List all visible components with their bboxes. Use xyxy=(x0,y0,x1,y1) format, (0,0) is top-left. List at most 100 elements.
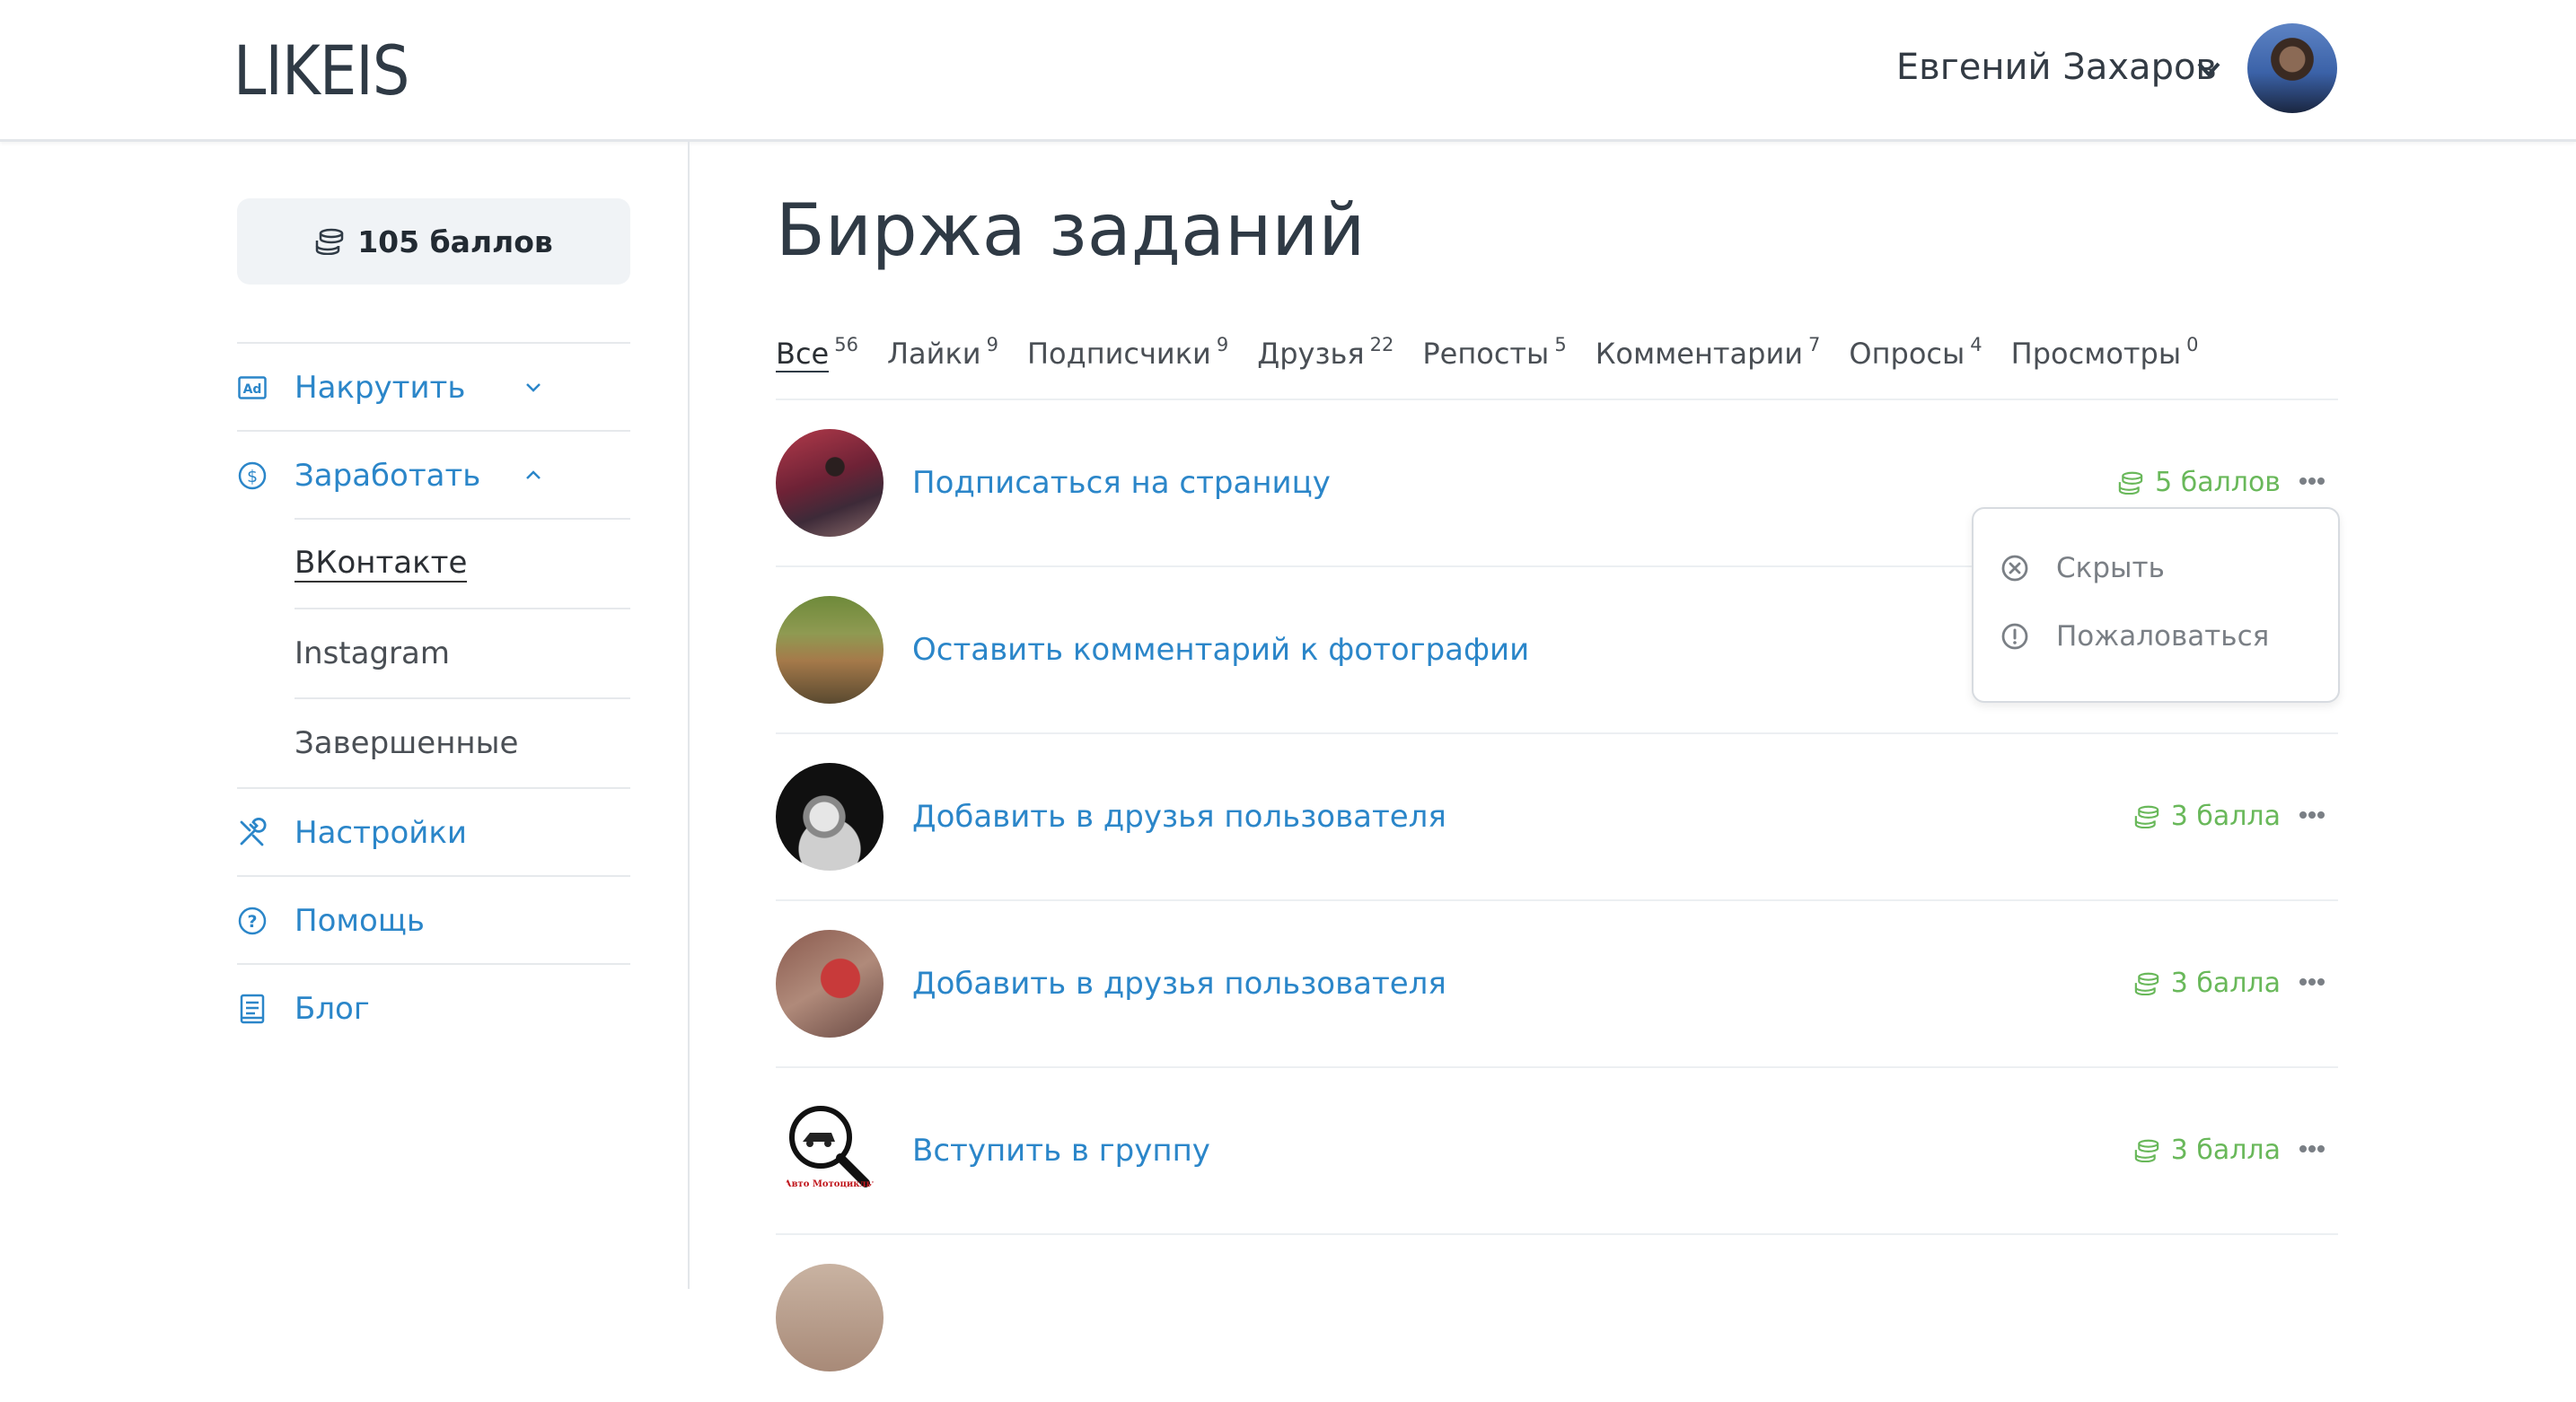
tab-label: Репосты xyxy=(1422,337,1550,371)
tab-likes[interactable]: Лайки 9 xyxy=(887,334,998,371)
nav-divider xyxy=(295,608,630,609)
coins-icon xyxy=(2134,972,2158,995)
task-points-text: 3 балла xyxy=(2170,801,2281,832)
task-title[interactable]: Добавить в друзья пользователя xyxy=(912,966,1446,1002)
tab-comments[interactable]: Комментарии 7 xyxy=(1596,334,1821,371)
nav-divider xyxy=(295,518,630,520)
task-thumbnail[interactable] xyxy=(776,930,884,1038)
caret-down-icon[interactable] xyxy=(2195,59,2222,79)
tab-friends[interactable]: Друзья 22 xyxy=(1257,334,1394,371)
chevron-up-icon[interactable] xyxy=(523,465,544,486)
tab-label: Подписчики xyxy=(1026,337,1211,371)
nav-divider xyxy=(237,342,630,344)
alert-circle-icon xyxy=(2001,623,2028,650)
tools-icon xyxy=(237,818,268,848)
coins-icon xyxy=(2134,805,2158,828)
tab-count: 22 xyxy=(1369,334,1394,355)
tab-reposts[interactable]: Репосты 5 xyxy=(1422,334,1566,371)
tab-count: 9 xyxy=(986,334,998,355)
thumb-text: Авто Мотоциклы xyxy=(784,1179,875,1189)
svg-text:?: ? xyxy=(247,912,257,932)
tab-views[interactable]: Просмотры 0 xyxy=(2011,334,2199,371)
task-points: 3 балла xyxy=(2133,968,2281,999)
tab-all[interactable]: Все 56 xyxy=(776,334,858,372)
task-row: Добавить в друзья пользователя 3 балла xyxy=(776,734,2338,901)
tab-count: 5 xyxy=(1554,334,1567,355)
sidebar-item-help[interactable]: ? Помощь xyxy=(237,878,630,964)
more-options-icon[interactable] xyxy=(2299,476,2325,486)
magnifier-logo-icon: Авто Мотоциклы xyxy=(784,1106,875,1189)
tab-label: Лайки xyxy=(886,337,981,371)
task-thumbnail[interactable] xyxy=(776,763,884,871)
sidebar-item-label: Настройки xyxy=(295,815,468,851)
tab-label: Просмотры xyxy=(2010,337,2182,371)
sidebar-item-label: Заработать xyxy=(295,458,481,494)
more-options-icon[interactable] xyxy=(2299,977,2325,987)
user-name[interactable]: Евгений Захаров xyxy=(1896,47,2217,88)
task-thumbnail[interactable] xyxy=(776,429,884,537)
task-title[interactable]: Добавить в друзья пользователя xyxy=(912,799,1446,835)
nav-divider xyxy=(237,963,630,965)
coins-icon xyxy=(2118,471,2143,495)
more-options-icon[interactable] xyxy=(2299,810,2325,820)
tab-count: 4 xyxy=(1970,334,1983,355)
sidebar-subitem-label: ВКонтакте xyxy=(295,545,468,583)
menu-item-label: Скрыть xyxy=(2056,552,2165,584)
task-thumbnail[interactable]: Авто Мотоциклы xyxy=(776,1097,884,1205)
nav-divider xyxy=(237,430,630,432)
task-points-text: 3 балла xyxy=(2170,968,2281,999)
help-icon: ? xyxy=(237,906,268,936)
sidebar-subitem-instagram[interactable]: Instagram xyxy=(295,610,450,697)
coins-icon xyxy=(2134,1139,2158,1162)
tab-label: Комментарии xyxy=(1595,337,1804,371)
sidebar-subitem-vkontakte[interactable]: ВКонтакте xyxy=(295,521,468,607)
coins-icon xyxy=(315,228,344,255)
tab-label: Опросы xyxy=(1849,337,1965,371)
task-thumbnail[interactable] xyxy=(776,1264,884,1371)
task-points-text: 3 балла xyxy=(2170,1135,2281,1166)
tab-label: Все xyxy=(776,337,830,372)
tab-label: Друзья xyxy=(1257,337,1365,371)
task-points: 3 балла xyxy=(2133,1135,2281,1166)
tab-polls[interactable]: Опросы 4 xyxy=(1849,334,1982,371)
sidebar-subitem-completed[interactable]: Завершенные xyxy=(295,700,518,786)
nav-divider xyxy=(237,875,630,877)
sidebar-subitem-label: Instagram xyxy=(295,635,450,671)
sidebar-subitem-label: Завершенные xyxy=(295,725,519,761)
task-points: 5 баллов xyxy=(2117,467,2281,498)
category-tabs: Все 56 Лайки 9 Подписчики 9 Друзья 22 Репост… xyxy=(776,334,2228,372)
task-options-menu: Скрыть Пожаловаться xyxy=(1972,507,2340,703)
book-icon xyxy=(237,994,268,1024)
chevron-down-icon[interactable] xyxy=(523,377,544,399)
menu-item-label: Пожаловаться xyxy=(2056,620,2270,653)
task-title[interactable]: Вступить в группу xyxy=(912,1133,1210,1169)
hide-menu-item[interactable]: Скрыть xyxy=(2000,552,2165,584)
nav-divider xyxy=(295,697,630,699)
tab-subscribers[interactable]: Подписчики 9 xyxy=(1027,334,1228,371)
close-circle-icon xyxy=(2001,555,2028,582)
task-title[interactable]: Подписаться на страницу xyxy=(912,465,1331,501)
sidebar-divider xyxy=(688,142,690,1289)
ad-icon: Ad xyxy=(237,372,268,403)
balance-badge: 105 баллов xyxy=(237,198,630,285)
sidebar-item-boost[interactable]: Ad Накрутить xyxy=(237,345,630,431)
report-menu-item[interactable]: Пожаловаться xyxy=(2000,620,2269,653)
tab-count: 7 xyxy=(1808,334,1821,355)
sidebar-item-earn[interactable]: $ Заработать xyxy=(237,433,630,519)
sidebar-item-label: Помощь xyxy=(295,903,425,939)
task-title[interactable]: Оставить комментарий к фотографии xyxy=(912,632,1529,668)
task-thumbnail[interactable] xyxy=(776,596,884,704)
tab-count: 0 xyxy=(2186,334,2199,355)
sidebar-item-settings[interactable]: Настройки xyxy=(237,790,630,876)
task-row: Авто Мотоциклы Вступить в группу 3 балла xyxy=(776,1068,2338,1235)
dollar-icon: $ xyxy=(237,460,268,491)
sidebar-item-label: Накрутить xyxy=(295,370,466,406)
svg-text:Ad: Ad xyxy=(243,382,262,397)
balance-text: 105 баллов xyxy=(357,223,553,259)
task-points-text: 5 баллов xyxy=(2155,467,2281,498)
tab-count: 9 xyxy=(1216,334,1229,355)
avatar[interactable] xyxy=(2247,23,2337,113)
sidebar-item-blog[interactable]: Блог xyxy=(237,966,630,1052)
logo[interactable]: LIKEIS xyxy=(233,31,409,110)
more-options-icon[interactable] xyxy=(2299,1144,2325,1154)
